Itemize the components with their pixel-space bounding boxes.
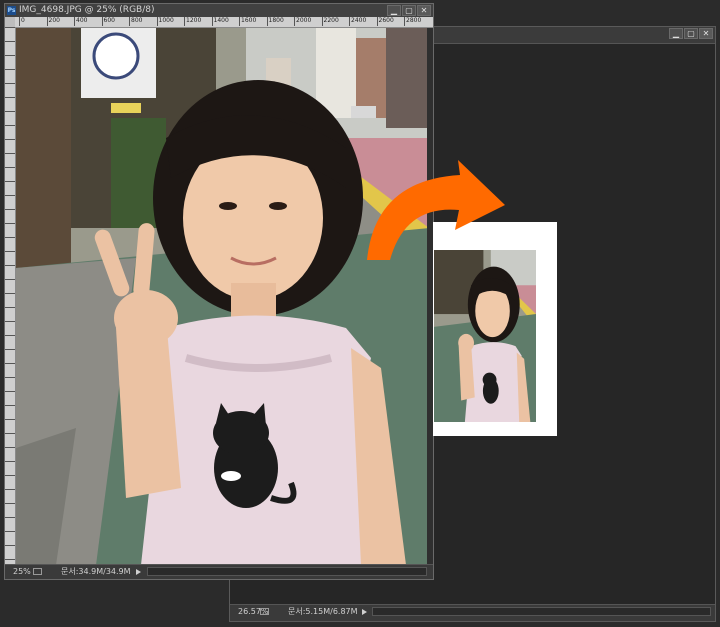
front-document-window[interactable]: Ps IMG_4698.JPG @ 25% (RGB/8) ▁ ▢ ✕ 0 200… — [4, 3, 434, 580]
ruler-tick — [5, 41, 15, 42]
resized-photo-scene — [434, 250, 536, 422]
ruler-tick — [5, 125, 15, 126]
ruler-mark: 400 — [74, 17, 88, 26]
back-status-bar: 26.57% 문서:5.15M/6.87M — [230, 604, 715, 621]
ruler-tick — [5, 377, 15, 378]
ruler-mark: 2800 — [404, 17, 422, 26]
vertical-ruler[interactable] — [5, 27, 16, 564]
curved-arrow-icon — [367, 160, 505, 260]
ruler-mark: 800 — [129, 17, 143, 26]
front-status-bar: 25% 문서:34.9M/34.9M — [5, 564, 433, 579]
ruler-tick — [5, 531, 15, 532]
back-window-controls: ▁ ▢ ✕ — [669, 28, 713, 39]
ruler-mark: 1800 — [266, 17, 284, 26]
horizontal-scrollbar[interactable] — [147, 567, 427, 576]
ruler-mark: 1200 — [184, 17, 202, 26]
ruler-mark: 2000 — [294, 17, 312, 26]
ruler-origin[interactable] — [5, 17, 15, 27]
ruler-tick — [5, 405, 15, 406]
status-menu-arrow-icon[interactable] — [362, 609, 367, 615]
front-window-controls: ▁ ▢ ✕ — [387, 5, 431, 16]
zoom-level[interactable]: 25% — [13, 565, 31, 579]
ruler-tick — [5, 27, 15, 28]
ruler-tick — [5, 55, 15, 56]
ruler-tick — [5, 321, 15, 322]
ruler-tick — [5, 475, 15, 476]
export-icon[interactable] — [260, 608, 269, 615]
ruler-tick — [5, 349, 15, 350]
ruler-mark: 1000 — [156, 17, 174, 26]
ruler-mark: 1400 — [211, 17, 229, 26]
ruler-tick — [5, 237, 15, 238]
close-button[interactable]: ✕ — [699, 28, 713, 39]
ruler-tick — [5, 293, 15, 294]
ruler-tick — [5, 461, 15, 462]
document-title: IMG_4698.JPG @ 25% (RGB/8) — [19, 5, 155, 15]
ruler-mark: 2200 — [321, 17, 339, 26]
status-menu-arrow-icon[interactable] — [136, 569, 141, 575]
ruler-mark: 600 — [101, 17, 115, 26]
ruler-mark: 2400 — [349, 17, 367, 26]
ruler-tick — [5, 181, 15, 182]
ruler-tick — [5, 307, 15, 308]
ruler-tick — [5, 195, 15, 196]
resized-photo[interactable] — [434, 250, 536, 422]
export-icon[interactable] — [33, 568, 42, 575]
close-button[interactable]: ✕ — [417, 5, 431, 16]
ruler-tick — [5, 209, 15, 210]
ruler-tick — [5, 433, 15, 434]
document-size: 문서:5.15M/6.87M — [288, 607, 358, 616]
document-size: 문서:34.9M/34.9M — [61, 567, 131, 576]
ruler-tick — [5, 419, 15, 420]
horizontal-scrollbar[interactable] — [372, 607, 711, 616]
minimize-button[interactable]: ▁ — [669, 28, 683, 39]
ruler-tick — [5, 335, 15, 336]
ruler-tick — [5, 139, 15, 140]
horizontal-ruler[interactable]: 0 200 400 600 800 1000 1200 1400 1600 1800 2000 220… — [15, 17, 433, 28]
ruler-tick — [5, 517, 15, 518]
minimize-button[interactable]: ▁ — [387, 5, 401, 16]
ruler-tick — [5, 69, 15, 70]
front-window-titlebar[interactable]: Ps IMG_4698.JPG @ 25% (RGB/8) ▁ ▢ ✕ — [5, 4, 433, 17]
maximize-button[interactable]: ▢ — [684, 28, 698, 39]
ruler-tick — [5, 223, 15, 224]
ruler-mark: 200 — [46, 17, 60, 26]
ruler-tick — [5, 503, 15, 504]
document-photo[interactable] — [16, 28, 427, 564]
ruler-tick — [5, 447, 15, 448]
ruler-mark: 1600 — [239, 17, 257, 26]
ruler-tick — [5, 167, 15, 168]
maximize-button[interactable]: ▢ — [402, 5, 416, 16]
ruler-tick — [5, 265, 15, 266]
ruler-tick — [5, 251, 15, 252]
ruler-tick — [5, 391, 15, 392]
photo-scene — [16, 28, 427, 564]
ruler-mark: 0 — [19, 17, 25, 26]
photoshop-icon: Ps — [7, 6, 16, 15]
ruler-tick — [5, 111, 15, 112]
ruler-tick — [5, 153, 15, 154]
ruler-tick — [5, 559, 15, 560]
ruler-tick — [5, 545, 15, 546]
ruler-tick — [5, 363, 15, 364]
ruler-mark: 2600 — [376, 17, 394, 26]
ruler-tick — [5, 279, 15, 280]
ruler-tick — [5, 489, 15, 490]
ruler-tick — [5, 83, 15, 84]
ruler-tick — [5, 97, 15, 98]
